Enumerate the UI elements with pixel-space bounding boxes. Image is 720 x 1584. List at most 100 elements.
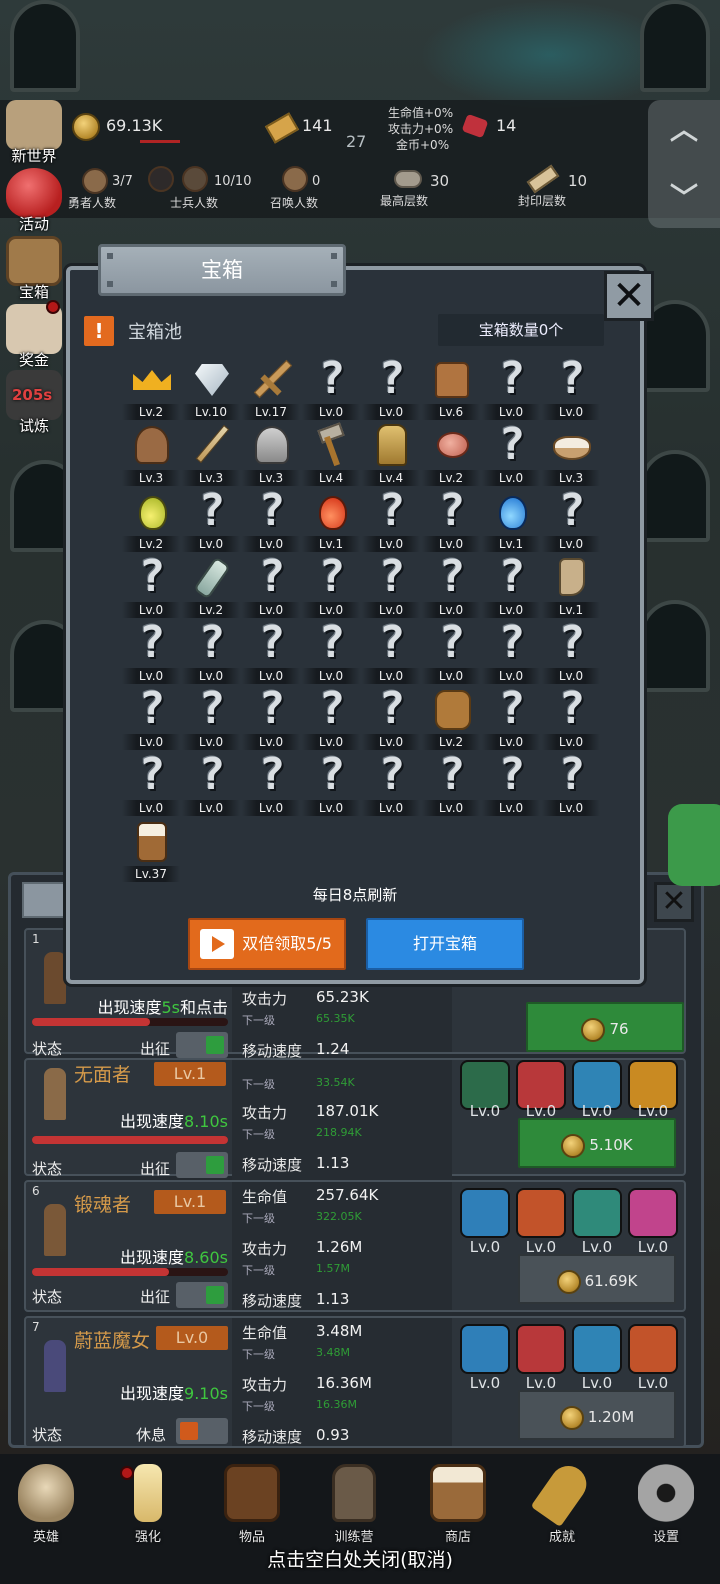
double-claim-button[interactable]: 双倍领取5/5 [188,918,346,970]
open-chest-button[interactable]: 打开宝箱 [366,918,524,970]
chest-item[interactable]: ? Lv.0 [302,354,362,420]
chest-item[interactable]: ? Lv.0 [242,618,302,684]
chevron-up-icon[interactable]: ︿ [670,116,698,144]
chest-item[interactable]: ? Lv.0 [482,552,542,618]
upgrade-button[interactable]: 76 [526,1002,684,1052]
chest-item[interactable]: ? Lv.0 [362,684,422,750]
nav-training-camp[interactable]: 训练营 [314,1460,394,1545]
chest-item[interactable]: ? Lv.0 [182,618,242,684]
chest-item[interactable]: ? Lv.0 [182,750,242,816]
chest-item[interactable]: Lv.2 [422,420,482,486]
chest-item[interactable]: Lv.17 [242,354,302,420]
modal-close-button[interactable]: ✕ [604,271,654,321]
side-item-bonus[interactable]: 奖金 [2,304,66,370]
boot-skill-icon[interactable] [628,1188,678,1238]
chest-item[interactable]: ? Lv.0 [422,618,482,684]
wings-skill-icon[interactable] [572,1324,622,1374]
chest-item[interactable]: ? Lv.0 [182,684,242,750]
nav-achievements[interactable]: 成就 [522,1458,602,1545]
spear-skill-icon[interactable] [516,1324,566,1374]
nav-heroes[interactable]: 英雄 [6,1460,86,1545]
chest-item[interactable]: ? Lv.0 [122,684,182,750]
chest-item[interactable]: ? Lv.0 [482,684,542,750]
axe-skill-icon[interactable] [516,1188,566,1238]
item-level: Lv.0 [362,602,420,618]
chest-item[interactable]: Lv.2 [122,486,182,552]
chest-item[interactable]: Lv.6 [422,354,482,420]
upgrade-button[interactable]: 61.69K [518,1254,676,1304]
chest-item[interactable]: Lv.10 [182,354,242,420]
hero-card[interactable]: 7 蔚蓝魔女 Lv.0 出现速度9.10s 状态 休息 生命值 3.48M 下一… [24,1316,686,1448]
chest-item[interactable]: ? Lv.0 [422,750,482,816]
chest-item[interactable]: Lv.2 [182,552,242,618]
chest-item[interactable]: ? Lv.0 [182,486,242,552]
hero-deploy-toggle[interactable] [176,1032,228,1058]
chest-item[interactable]: Lv.3 [122,420,182,486]
hammer-skill-icon[interactable] [572,1188,622,1238]
hero-deploy-toggle[interactable] [176,1282,228,1308]
chest-item[interactable]: ? Lv.0 [482,420,542,486]
lightning-shield-icon[interactable] [460,1324,510,1374]
chest-item[interactable]: ? Lv.0 [242,684,302,750]
side-green-tab[interactable] [668,804,720,886]
chest-item[interactable]: ? Lv.0 [242,552,302,618]
chest-item[interactable]: ? Lv.0 [482,750,542,816]
chest-item[interactable]: ? Lv.0 [242,486,302,552]
chest-item[interactable]: ? Lv.0 [302,552,362,618]
chest-item[interactable]: ? Lv.0 [362,618,422,684]
chest-item[interactable]: ? Lv.0 [482,354,542,420]
chest-item[interactable]: Lv.3 [242,420,302,486]
hero-card[interactable]: 无面者 Lv.1 出现速度8.10s 状态 出征 下一级 33.54K 攻击力 … [24,1058,686,1182]
hammer-strike-icon[interactable] [628,1324,678,1374]
info-icon[interactable]: ! [84,316,114,346]
side-item-chest[interactable]: 宝箱 [2,236,66,302]
hero-card[interactable]: 6 锻魂者 Lv.1 出现速度8.60s 状态 出征 生命值 257.64K 下… [24,1180,686,1312]
chest-item[interactable]: ? Lv.0 [542,486,602,552]
chest-item[interactable]: ? Lv.0 [302,750,362,816]
chest-item[interactable]: ? Lv.0 [542,618,602,684]
chest-item[interactable]: ? Lv.0 [362,750,422,816]
side-item-events[interactable]: 活动 [2,168,66,234]
chest-item[interactable]: ? Lv.0 [122,552,182,618]
chest-item[interactable]: ? Lv.0 [422,552,482,618]
chest-item[interactable]: ? Lv.0 [122,750,182,816]
chest-item[interactable]: Lv.4 [362,420,422,486]
chest-item[interactable]: Lv.3 [542,420,602,486]
upgrade-button[interactable]: 1.20M [518,1390,676,1440]
chest-item[interactable]: ? Lv.0 [302,684,362,750]
skull-shield-icon[interactable] [460,1188,510,1238]
nav-items[interactable]: 物品 [212,1460,292,1545]
chest-item[interactable]: Lv.2 [122,354,182,420]
nav-settings[interactable]: 设置 [626,1460,706,1545]
chest-item[interactable]: Lv.3 [182,420,242,486]
hero-deploy-toggle[interactable] [176,1152,228,1178]
chest-item[interactable]: ? Lv.0 [242,750,302,816]
chest-item[interactable]: Lv.1 [482,486,542,552]
chest-item[interactable]: Lv.4 [302,420,362,486]
hero-deploy-toggle[interactable] [176,1418,228,1444]
move-speed-value: 1.13 [316,1290,350,1308]
chevron-down-icon[interactable]: ﹀ [670,184,698,212]
chest-item[interactable]: ? Lv.0 [422,486,482,552]
hero-list-close-button[interactable]: ✕ [654,882,694,922]
item-level: Lv.0 [542,668,600,684]
chest-item[interactable]: ? Lv.0 [542,354,602,420]
chest-item[interactable]: ? Lv.0 [482,618,542,684]
chest-item[interactable]: ? Lv.0 [362,552,422,618]
item-level: Lv.0 [302,668,360,684]
chest-item[interactable]: ? Lv.0 [542,684,602,750]
chest-item[interactable]: ? Lv.0 [542,750,602,816]
chest-item[interactable]: ? Lv.0 [362,354,422,420]
chest-item[interactable]: Lv.1 [542,552,602,618]
chest-item[interactable]: Lv.2 [422,684,482,750]
nav-shop[interactable]: 商店 [418,1460,498,1545]
chest-item[interactable]: Lv.1 [302,486,362,552]
close-hint[interactable]: 点击空白处关闭(取消) [0,1545,720,1572]
chest-item[interactable]: ? Lv.0 [122,618,182,684]
chest-item[interactable]: Lv.37 [122,816,182,882]
chest-item[interactable]: ? Lv.0 [362,486,422,552]
chest-item[interactable]: ? Lv.0 [302,618,362,684]
side-item-trial[interactable]: 205s 试炼 [2,370,66,436]
upgrade-button[interactable]: 5.10K [518,1118,676,1168]
side-item-new-world[interactable]: 新世界 [2,100,66,166]
